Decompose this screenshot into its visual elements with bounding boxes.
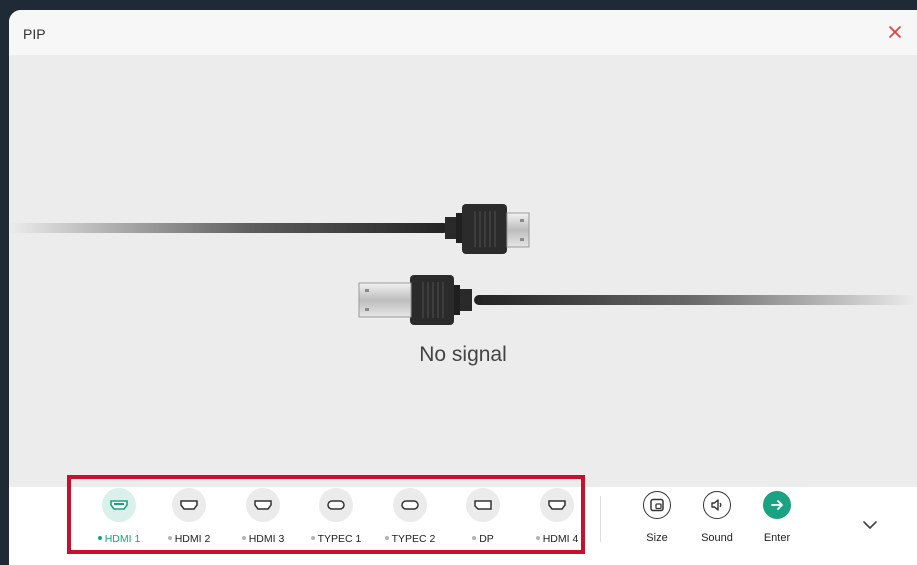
source-icon-circle: [393, 488, 427, 522]
source-icon-circle: [172, 488, 206, 522]
source-label: TYPEC 2: [391, 533, 436, 545]
size-button[interactable]: Size: [627, 488, 687, 544]
sound-button[interactable]: Sound: [687, 488, 747, 544]
source-label: HDMI 4: [542, 533, 579, 545]
size-icon-circle: [643, 491, 671, 519]
source-typec-2[interactable]: TYPEC 2: [375, 488, 445, 545]
source-label: HDMI 3: [248, 533, 285, 545]
enter-icon-circle: [763, 491, 791, 519]
hdmi-icon: [110, 500, 128, 510]
source-icon-circle: [102, 488, 136, 522]
sound-label: Sound: [701, 532, 733, 544]
source-label: TYPEC 1: [317, 533, 362, 545]
source-icon-circle: [246, 488, 280, 522]
status-dot: [241, 536, 246, 541]
chevron-down-icon: [863, 521, 877, 529]
size-label: Size: [646, 532, 668, 544]
source-dp[interactable]: DP: [448, 488, 518, 545]
arrow-right-icon: [771, 500, 783, 510]
status-dot: [535, 536, 540, 541]
preview-area: No signal: [9, 55, 917, 487]
window-title: PIP: [23, 26, 46, 42]
no-signal-text: No signal: [419, 343, 507, 366]
source-icon-circle: [466, 488, 500, 522]
enter-button[interactable]: Enter: [747, 488, 807, 544]
source-typec-1[interactable]: TYPEC 1: [301, 488, 371, 545]
hdmi-icon: [548, 500, 566, 510]
source-icon-circle: [540, 488, 574, 522]
displayport-icon: [474, 500, 492, 510]
status-dot: [472, 536, 477, 541]
source-label: HDMI 2: [174, 533, 211, 545]
source-hdmi-3[interactable]: HDMI 3: [228, 488, 298, 545]
usb-c-icon: [401, 500, 419, 510]
source-label: DP: [479, 533, 494, 545]
source-hdmi-4[interactable]: HDMI 4: [522, 488, 592, 545]
speaker-icon: [711, 499, 722, 511]
hdmi-icon: [254, 500, 272, 510]
usb-c-icon: [327, 500, 345, 510]
source-label: HDMI 1: [104, 533, 141, 545]
collapse-button[interactable]: [858, 513, 882, 537]
source-hdmi-2[interactable]: HDMI 2: [154, 488, 224, 545]
hdmi-icon: [180, 500, 198, 510]
status-dot: [97, 536, 102, 541]
hdmi-cable-illustration: [9, 204, 917, 325]
source-hdmi-1[interactable]: HDMI 1: [84, 488, 154, 545]
close-icon: [889, 26, 901, 38]
sound-icon-circle: [703, 491, 731, 519]
toolbar-divider: [600, 496, 601, 542]
title-bar: PIP: [9, 10, 917, 55]
status-dot: [310, 536, 315, 541]
status-dot: [384, 536, 389, 541]
source-icon-circle: [319, 488, 353, 522]
enter-label: Enter: [763, 532, 791, 544]
close-button[interactable]: [885, 22, 905, 42]
resize-icon: [650, 498, 664, 512]
status-dot: [167, 536, 172, 541]
